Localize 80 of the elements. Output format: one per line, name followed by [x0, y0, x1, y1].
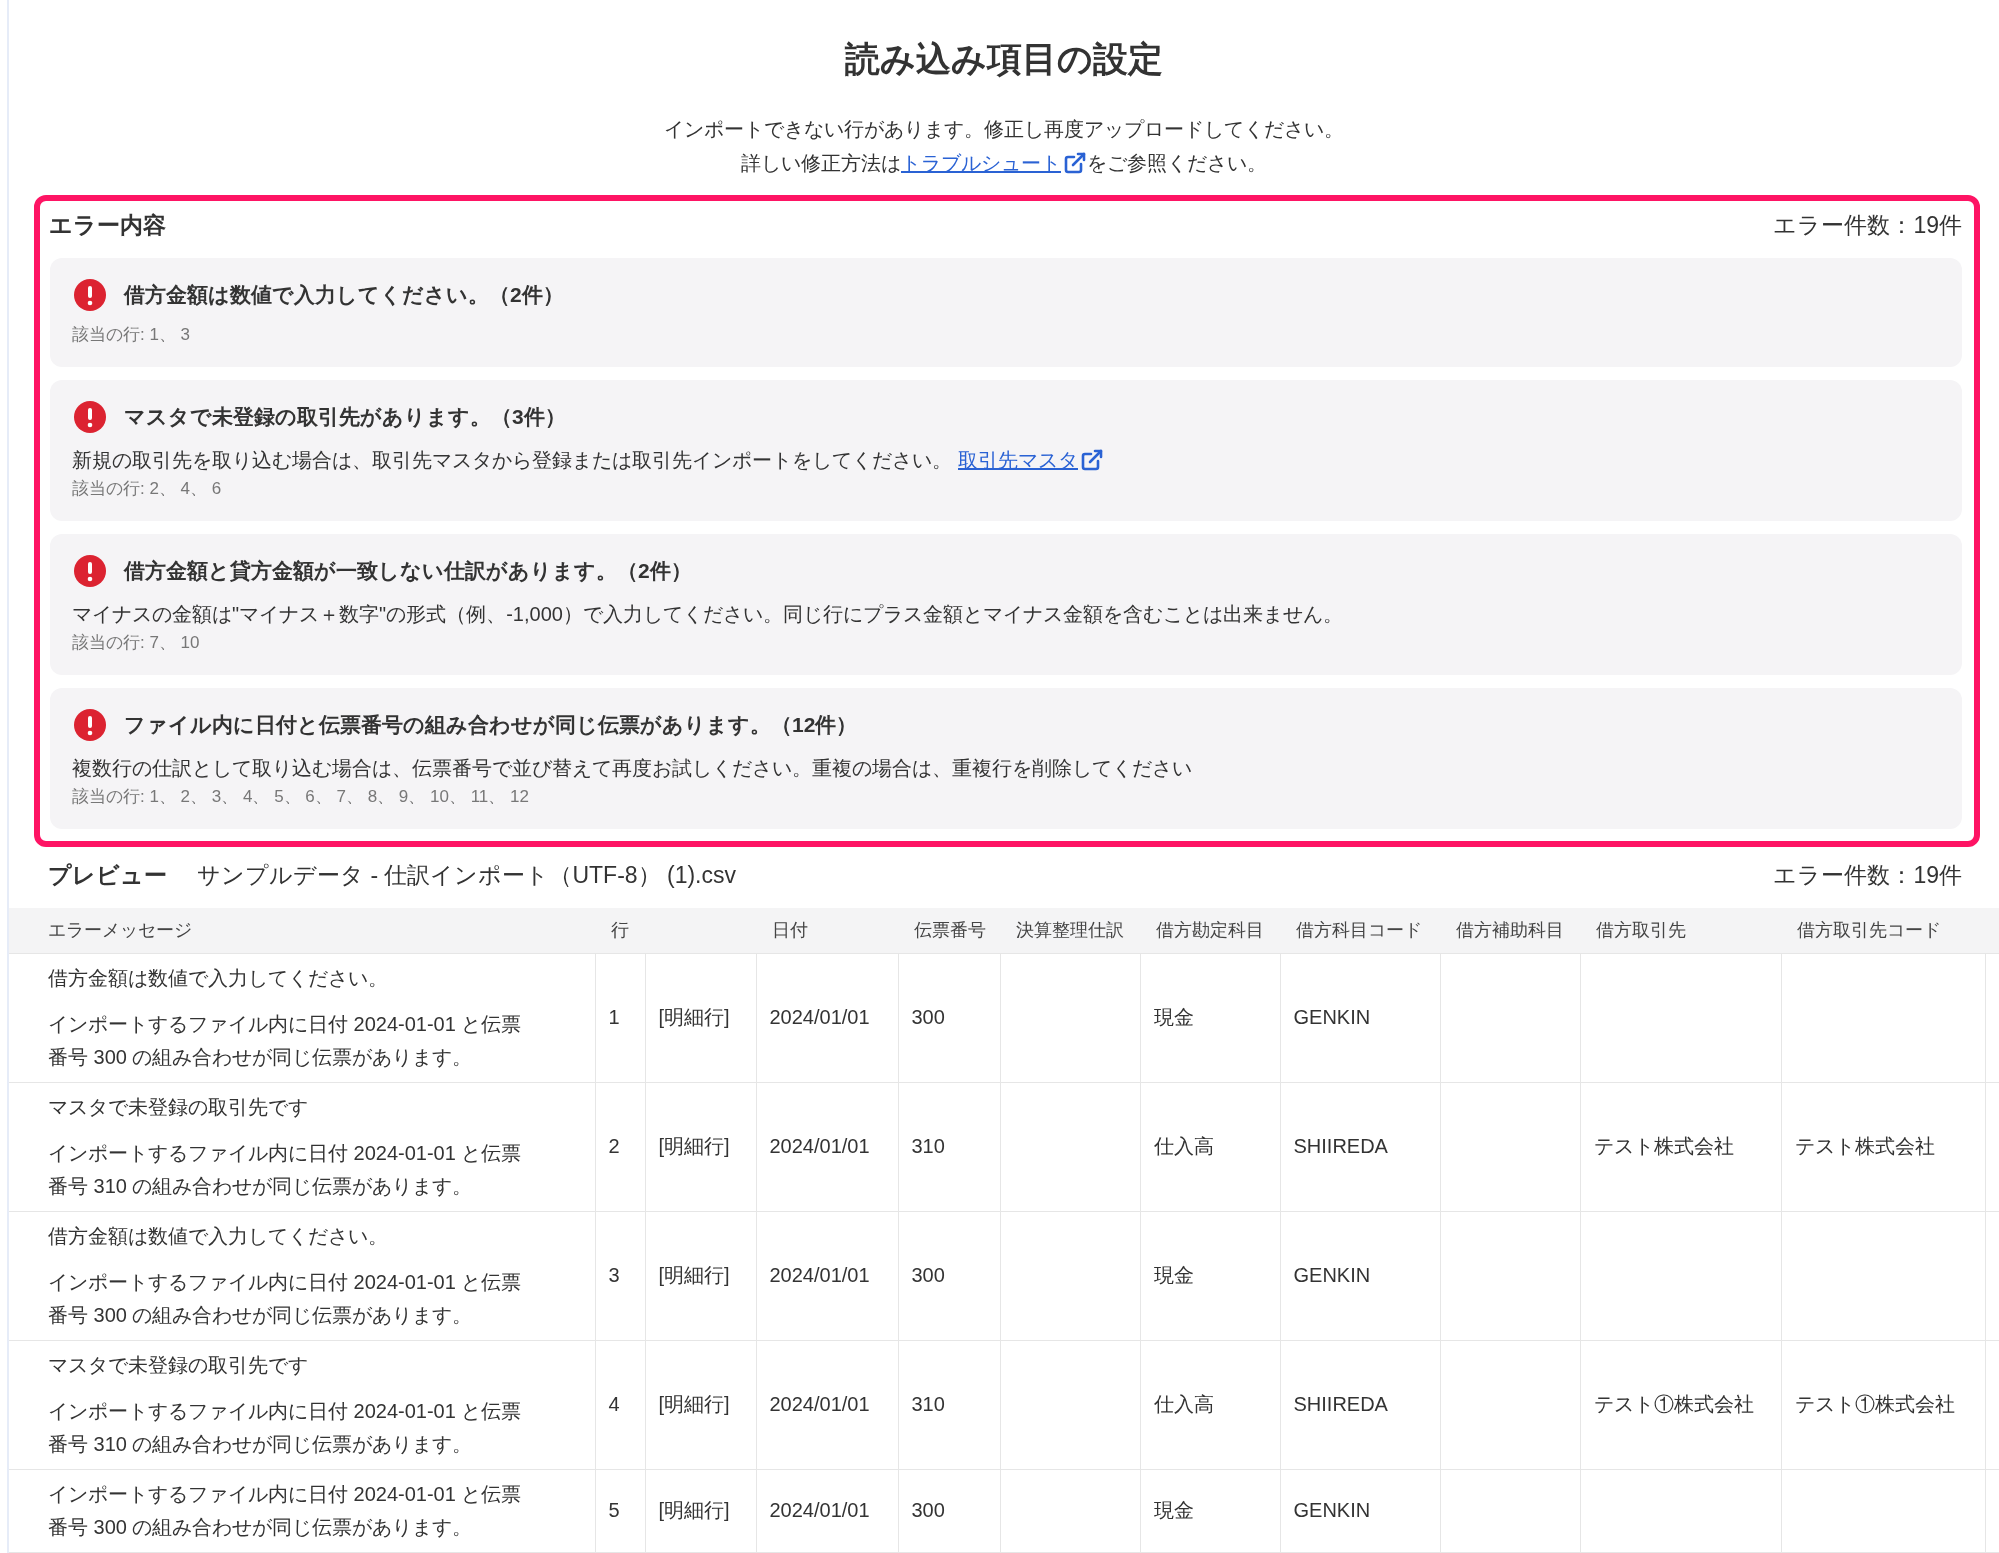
affected-rows-text: 該当の行: 2、 4、 6: [72, 478, 223, 500]
error-message-text: インポートするファイル内に日付 2024-01-01 と伝票番号 310 の組み合わせが同じ伝票があります。: [48, 1398, 523, 1457]
table-cell: 300: [898, 1211, 1000, 1340]
error-description: マイナスの金額は"マイナス＋数字"の形式（例、-1,000）で入力してください。同じ行にプラス金額とマイナス金額を含むことは出来ません。: [72, 602, 1344, 627]
table-cell: 仕入高: [1140, 1340, 1280, 1469]
error-message-text: 借方金額は数値で入力してください。: [48, 1223, 389, 1249]
preview-error-count: エラー件数：19件: [1773, 861, 1962, 890]
table-cell: 2024/01/01: [756, 1340, 898, 1469]
table-cell: テスト株式会社: [1580, 1082, 1781, 1211]
table-cell: 4: [595, 1340, 645, 1469]
error-title: ファイル内に日付と伝票番号の組み合わせが同じ伝票があります。（12件）: [124, 712, 858, 739]
error-title: マスタで未登録の取引先があります。（3件）: [124, 404, 566, 431]
column-header: 借方取引先コード: [1781, 908, 1985, 953]
table-cell: テスト①株式会社: [1580, 1340, 1781, 1469]
error-message-text: マスタで未登録の取引先です: [48, 1352, 309, 1378]
table-cell: GENKIN: [1280, 1469, 1440, 1552]
error-message-text: マスタで未登録の取引先です: [48, 1094, 309, 1120]
column-header: 行: [595, 908, 645, 953]
column-header: 借方補助科目: [1440, 908, 1580, 953]
table-cell: SHIIREDA: [1280, 1082, 1440, 1211]
table-cell: 2024/01/01: [756, 1211, 898, 1340]
table-cell: 1: [595, 953, 645, 1082]
preview-heading: プレビュー: [48, 861, 167, 890]
table-cell: 2024/01/01: [756, 953, 898, 1082]
table-cell: 2024/01/01: [756, 1082, 898, 1211]
column-header: 借方科目コード: [1280, 908, 1440, 953]
table-cell: テスト①株式会社: [1781, 1340, 1985, 1469]
error-description: 新規の取引先を取り込む場合は、取引先マスタから登録または取引先インポートをしてください。 取引先マスタ: [72, 445, 1938, 475]
table-cell: 5: [595, 1469, 645, 1552]
error-message-text: インポートするファイル内に日付 2024-01-01 と伝票番号 300 の組み合わせが同じ伝票があります。: [48, 1481, 523, 1540]
exclamation-circle-icon: [74, 401, 106, 433]
external-link-icon: [1063, 151, 1087, 175]
table-cell: [明細行]: [645, 1469, 756, 1552]
column-header: エラーメッセージ: [9, 908, 595, 953]
table-cell: 300: [898, 953, 1000, 1082]
table-cell: [明細行]: [645, 1211, 756, 1340]
help-text: 詳しい修正方法は トラブルシュート をご参照ください。: [9, 146, 1999, 180]
table-cell: SHIIREDA: [1280, 1340, 1440, 1469]
troubleshoot-link[interactable]: トラブルシュート: [901, 146, 1087, 180]
table-cell: [明細行]: [645, 1082, 756, 1211]
affected-rows-text: 該当の行: 7、 10: [72, 632, 201, 654]
table-cell: 2024/01/01: [756, 1469, 898, 1552]
notice-text: インポートできない行があります。修正し再度アップロードしてください。: [663, 117, 1345, 142]
table-cell: テスト株式会社: [1781, 1082, 1985, 1211]
page-title: 読み込み項目の設定: [843, 38, 1164, 80]
error-title: 借方金額は数値で入力してください。（2件）: [124, 282, 564, 308]
table-cell: 現金: [1140, 1211, 1280, 1340]
exclamation-circle-icon: [74, 555, 106, 587]
table-cell: 300: [898, 1469, 1000, 1552]
error-message-text: インポートするファイル内に日付 2024-01-01 と伝票番号 310 の組み合わせが同じ伝票があります。: [48, 1140, 523, 1199]
error-heading: エラー内容: [49, 211, 166, 240]
error-message-text: インポートするファイル内に日付 2024-01-01 と伝票番号 300 の組み合わせが同じ伝票があります。: [48, 1011, 523, 1070]
table-cell: 310: [898, 1082, 1000, 1211]
table-cell: GENKIN: [1280, 953, 1440, 1082]
table-cell: 現金: [1140, 1469, 1280, 1552]
partner-master-link[interactable]: 取引先マスタ: [958, 445, 1104, 475]
exclamation-circle-icon: [74, 279, 106, 311]
file-name: サンプルデータ - 仕訳インポート（UTF-8） (1).csv: [197, 861, 736, 890]
error-message-text: インポートするファイル内に日付 2024-01-01 と伝票番号 300 の組み合わせが同じ伝票があります。: [48, 1269, 523, 1328]
error-description: 複数行の仕訳として取り込む場合は、伝票番号で並び替えて再度お試しください。重複の場合は、重複行を削除してください: [72, 756, 1193, 781]
table-cell: 仕入高: [1140, 1082, 1280, 1211]
table-cell: 2: [595, 1082, 645, 1211]
external-link-icon: [1080, 448, 1104, 472]
column-header: 借方勘定科目: [1140, 908, 1280, 953]
error-title: 借方金額と貸方金額が一致しない仕訳があります。（2件）: [124, 558, 692, 585]
table-cell: GENKIN: [1280, 1211, 1440, 1340]
column-header: 決算整理仕訳: [1000, 908, 1140, 953]
table-cell: 3: [595, 1211, 645, 1340]
table-cell: [明細行]: [645, 953, 756, 1082]
column-header: 日付: [756, 908, 898, 953]
table-cell: 現金: [1140, 953, 1280, 1082]
error-count: エラー件数：19件: [1773, 211, 1962, 240]
exclamation-circle-icon: [74, 709, 106, 741]
affected-rows-text: 該当の行: 1、 2、 3、 4、 5、 6、 7、 8、 9、 10、 11、 12: [72, 786, 530, 808]
affected-rows-text: 該当の行: 1、 3: [72, 324, 192, 346]
table-cell: 310: [898, 1340, 1000, 1469]
table-cell: [明細行]: [645, 1340, 756, 1469]
error-message-text: 借方金額は数値で入力してください。: [48, 965, 389, 991]
column-header: 借方取引先: [1580, 908, 1781, 953]
column-header: 伝票番号: [898, 908, 1000, 953]
